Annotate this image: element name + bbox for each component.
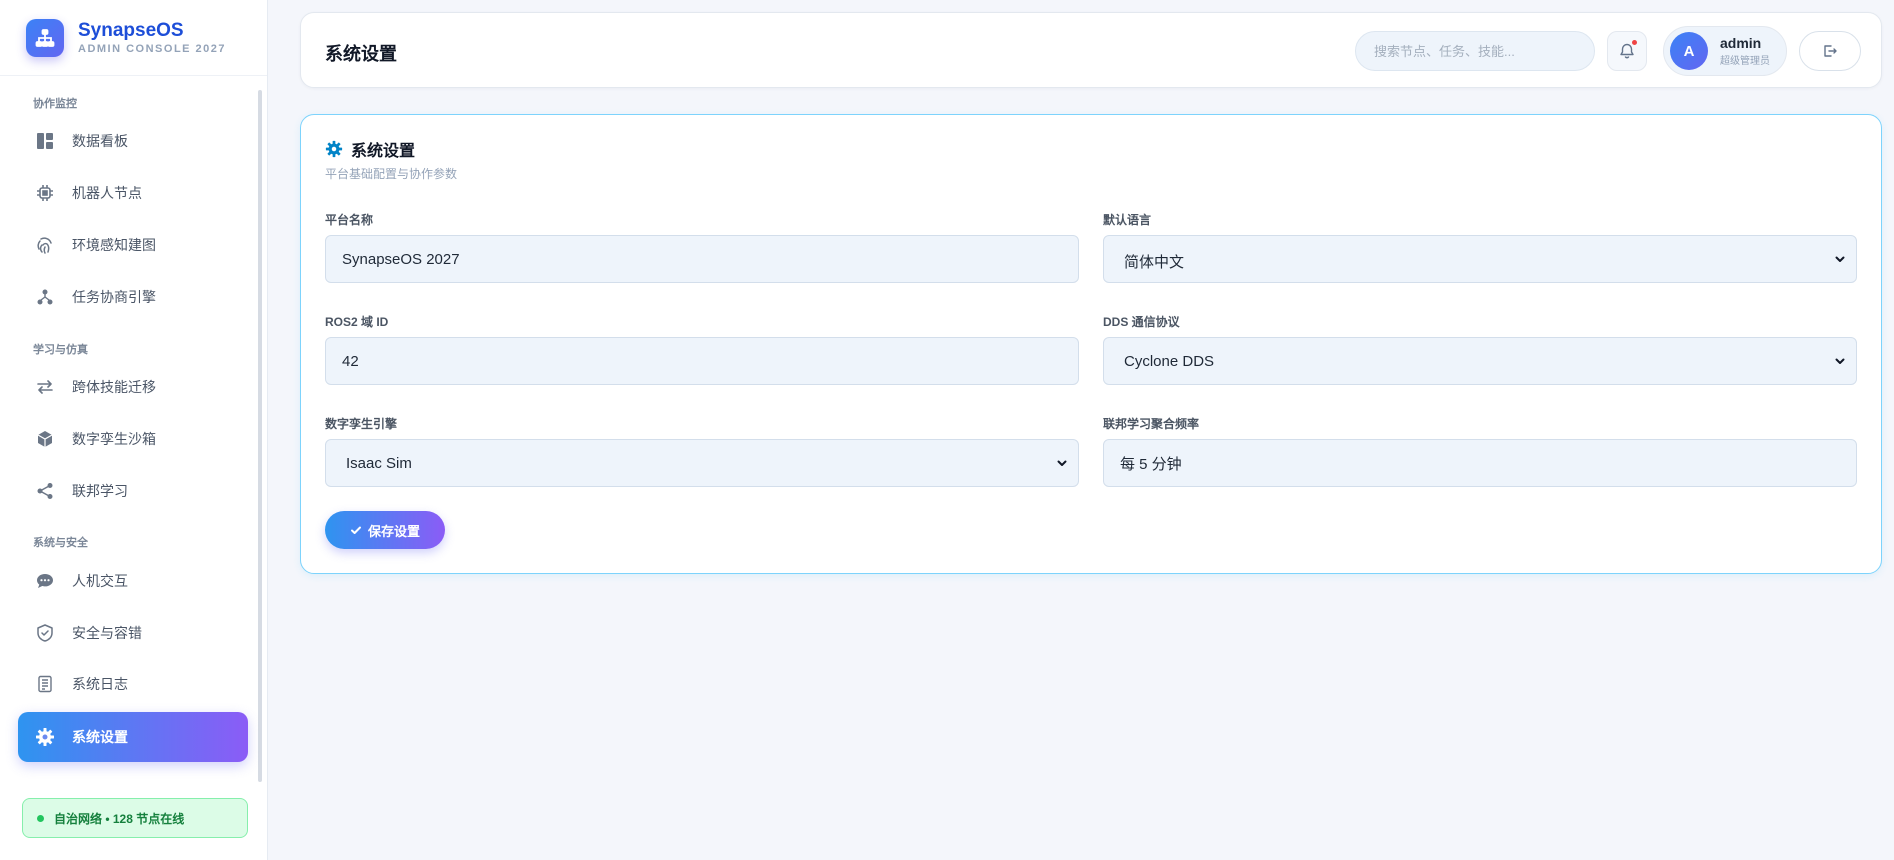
- chat-icon: [34, 570, 56, 592]
- fl-frequency-label: 联邦学习聚合频率: [1103, 417, 1200, 431]
- chevron-down-icon: [1835, 256, 1845, 262]
- sidebar-item-label: 联邦学习: [72, 483, 128, 499]
- network-status-badge: 自治网络 • 128 节点在线: [22, 798, 248, 838]
- sidebar-item-label: 人机交互: [72, 573, 128, 589]
- user-menu[interactable]: A admin 超级管理员: [1663, 26, 1787, 76]
- exchange-icon: [34, 376, 56, 398]
- sidebar-item-label: 机器人节点: [72, 185, 142, 201]
- sidebar-scrollbar[interactable]: [258, 90, 262, 782]
- sidebar-item-label: 系统设置: [72, 729, 128, 745]
- sidebar-item-task-engine[interactable]: 任务协商引擎: [18, 272, 248, 322]
- page-title: 系统设置: [325, 44, 397, 64]
- sidebar-item-robot-nodes[interactable]: 机器人节点: [18, 168, 248, 218]
- sidebar-item-skill-transfer[interactable]: 跨体技能迁移: [18, 362, 248, 412]
- twin-engine-label: 数字孪生引擎: [325, 417, 398, 431]
- ros2-domain-input[interactable]: [326, 338, 1078, 384]
- sidebar-item-label: 安全与容错: [72, 625, 142, 641]
- status-dot-icon: [37, 814, 44, 822]
- brand[interactable]: SynapseOS ADMIN CONSOLE 2027: [0, 0, 267, 76]
- search-input[interactable]: [1355, 31, 1595, 71]
- logout-icon: [1824, 45, 1837, 57]
- dashboard-icon: [34, 130, 56, 152]
- sidebar-item-settings[interactable]: 系统设置: [18, 712, 248, 762]
- sidebar-item-label: 数字孪生沙箱: [72, 431, 156, 447]
- sidebar-nav: 协作监控 数据看板 机器人节点 环境感知建图 任务协商引擎 学习与仿真 跨体技能…: [0, 76, 262, 782]
- sidebar-item-label: 环境感知建图: [72, 237, 156, 253]
- dds-protocol-label: DDS 通信协议: [1103, 315, 1180, 329]
- sidebar-item-dashboard[interactable]: 数据看板: [18, 116, 248, 166]
- section-label-learning: 学习与仿真: [33, 344, 88, 356]
- gear-icon: [325, 140, 343, 158]
- platform-name-input[interactable]: [326, 236, 1078, 282]
- default-language-select[interactable]: 简体中文: [1103, 235, 1857, 283]
- shield-icon: [34, 622, 56, 644]
- brand-subtitle: ADMIN CONSOLE 2027: [78, 42, 227, 55]
- sidebar-item-label: 系统日志: [72, 676, 128, 692]
- top-header: 系统设置 A admin 超级管理员: [300, 12, 1882, 88]
- ros2-domain-field[interactable]: [325, 337, 1079, 385]
- twin-engine-value: Isaac Sim: [346, 455, 412, 472]
- share-icon: [34, 480, 56, 502]
- ros2-domain-label: ROS2 域 ID: [325, 315, 389, 329]
- sidebar-item-logs[interactable]: 系统日志: [18, 659, 248, 709]
- platform-name-field[interactable]: [325, 235, 1079, 283]
- platform-name-label: 平台名称: [325, 213, 374, 227]
- section-label-monitor: 协作监控: [33, 98, 77, 110]
- sidebar-item-label: 任务协商引擎: [72, 289, 156, 305]
- save-settings-button[interactable]: 保存设置: [325, 511, 445, 549]
- user-name: admin: [1720, 35, 1762, 51]
- save-settings-label: 保存设置: [367, 523, 420, 539]
- chevron-down-icon: [1835, 358, 1845, 364]
- avatar: A: [1670, 32, 1708, 70]
- check-icon: [350, 526, 361, 534]
- sidebar-item-mapping[interactable]: 环境感知建图: [18, 220, 248, 270]
- dds-protocol-select[interactable]: Cyclone DDS: [1103, 337, 1857, 385]
- fingerprint-icon: [34, 234, 56, 256]
- chevron-down-icon: [1057, 460, 1067, 466]
- fl-frequency-field[interactable]: [1103, 439, 1857, 487]
- sidebar-item-label: 数据看板: [72, 133, 128, 149]
- log-icon: [34, 673, 56, 695]
- sitemap-logo-icon: [26, 18, 64, 57]
- settings-card-title: 系统设置: [351, 143, 416, 160]
- dds-protocol-value: Cyclone DDS: [1124, 353, 1215, 370]
- sidebar-item-digital-twin[interactable]: 数字孪生沙箱: [18, 414, 248, 464]
- sidebar-item-hci[interactable]: 人机交互: [18, 556, 248, 606]
- sitemap-icon: [34, 286, 56, 308]
- settings-card: 系统设置 平台基础配置与协作参数 平台名称 默认语言 简体中文 ROS2 域 I…: [300, 114, 1882, 574]
- cube-icon: [34, 428, 56, 450]
- default-language-value: 简体中文: [1124, 254, 1185, 271]
- notification-dot: [1632, 40, 1637, 45]
- chip-icon: [34, 182, 56, 204]
- user-role: 超级管理员: [1720, 56, 1770, 67]
- sidebar-item-safety[interactable]: 安全与容错: [18, 608, 248, 658]
- sidebar: SynapseOS ADMIN CONSOLE 2027 协作监控 数据看板 机…: [0, 0, 268, 860]
- gear-icon: [34, 726, 56, 748]
- brand-name: SynapseOS: [78, 19, 184, 41]
- sidebar-item-federated[interactable]: 联邦学习: [18, 466, 248, 516]
- notifications-button[interactable]: [1607, 31, 1647, 71]
- bell-icon: [1620, 43, 1634, 59]
- sidebar-item-label: 跨体技能迁移: [72, 379, 156, 395]
- logout-button[interactable]: [1799, 31, 1861, 71]
- fl-frequency-input[interactable]: [1104, 440, 1856, 486]
- network-status-text: 自治网络 • 128 节点在线: [54, 811, 185, 826]
- section-label-security: 系统与安全: [33, 537, 88, 549]
- settings-card-subtitle: 平台基础配置与协作参数: [325, 167, 458, 181]
- default-language-label: 默认语言: [1103, 213, 1152, 227]
- twin-engine-select[interactable]: Isaac Sim: [325, 439, 1079, 487]
